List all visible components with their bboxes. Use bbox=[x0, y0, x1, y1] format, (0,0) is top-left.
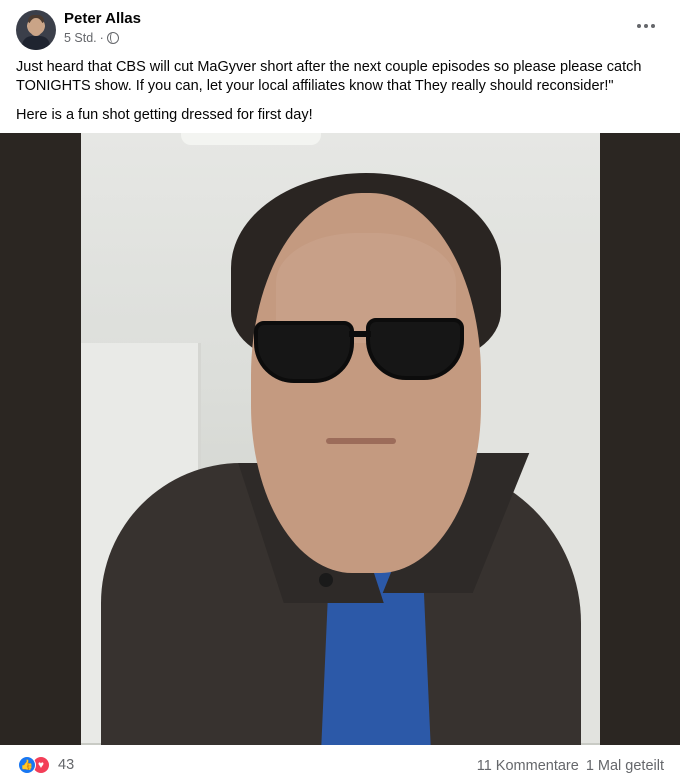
post-stats: 11 Kommentare 1 Mal geteilt bbox=[477, 758, 664, 774]
post-meta: 5 Std. · bbox=[64, 31, 119, 45]
author-name[interactable]: Peter Allas bbox=[64, 10, 141, 27]
post-paragraph: Here is a fun shot getting dressed for f… bbox=[16, 107, 313, 123]
photo-frame bbox=[81, 133, 600, 745]
shares-count[interactable]: 1 Mal geteilt bbox=[586, 758, 664, 774]
post-header: Peter Allas 5 Std. · bbox=[0, 0, 680, 56]
post-body: Just heard that CBS will cut MaGyver sho… bbox=[16, 58, 664, 135]
like-icon: 👍 bbox=[18, 756, 36, 774]
reaction-count[interactable]: 43 bbox=[58, 757, 74, 773]
post-photo[interactable] bbox=[0, 133, 680, 745]
more-options-icon[interactable] bbox=[632, 16, 660, 36]
reactions-summary[interactable]: 👍 ♥ 43 bbox=[18, 756, 74, 774]
post-footer: 👍 ♥ 43 11 Kommentare 1 Mal geteilt bbox=[0, 745, 680, 784]
globe-icon bbox=[106, 32, 119, 44]
author-avatar[interactable] bbox=[16, 10, 56, 50]
meta-separator: · bbox=[99, 31, 104, 45]
comments-count[interactable]: 11 Kommentare bbox=[477, 758, 579, 774]
post-timestamp[interactable]: 5 Std. bbox=[64, 31, 97, 45]
post-paragraph: Just heard that CBS will cut MaGyver sho… bbox=[16, 59, 642, 94]
